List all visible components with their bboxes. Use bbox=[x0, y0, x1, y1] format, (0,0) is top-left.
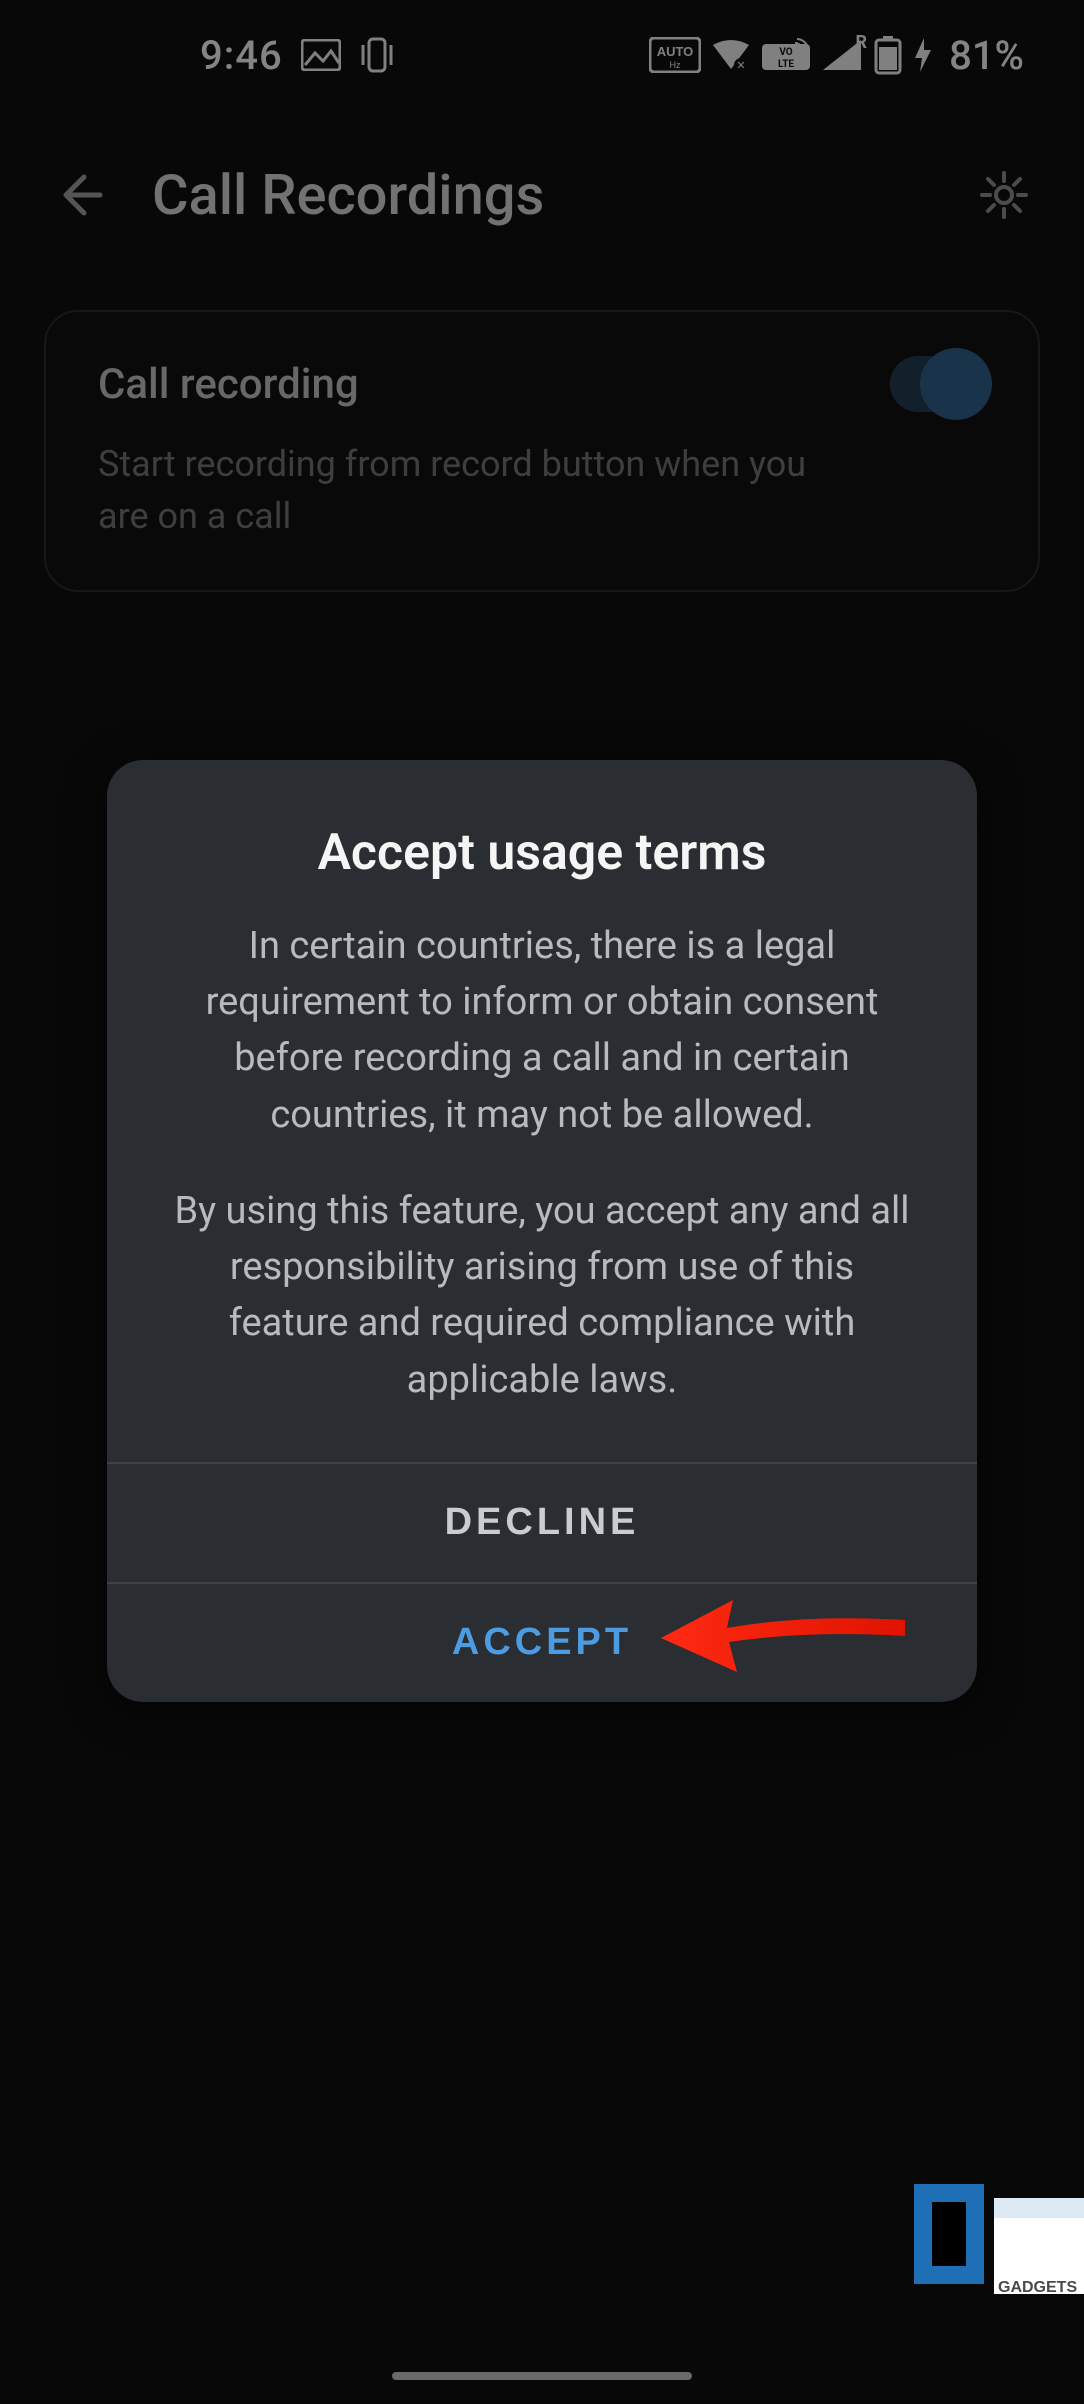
settings-button[interactable] bbox=[972, 163, 1036, 227]
toggle-thumb-icon bbox=[920, 348, 992, 420]
setting-title: Call recording bbox=[98, 360, 359, 409]
roaming-badge: R bbox=[856, 32, 868, 53]
status-right: AUTOHz ✕ VOLTE R 81% bbox=[649, 32, 1024, 79]
watermark-logo: GADGETS bbox=[914, 2164, 1084, 2304]
decline-button[interactable]: DECLINE bbox=[107, 1464, 977, 1582]
app-bar: Call Recordings bbox=[0, 130, 1084, 260]
svg-text:GADGETS: GADGETS bbox=[998, 2279, 1077, 2296]
svg-text:AUTO: AUTO bbox=[657, 44, 694, 59]
accept-button[interactable]: ACCEPT bbox=[107, 1584, 977, 1702]
autohz-icon: AUTOHz bbox=[649, 37, 701, 73]
svg-text:VO: VO bbox=[779, 47, 792, 58]
dialog-paragraph-2: By using this feature, you accept any an… bbox=[167, 1183, 917, 1408]
call-recording-toggle[interactable] bbox=[890, 356, 986, 412]
image-icon bbox=[301, 39, 341, 71]
nav-bar-indicator bbox=[392, 2372, 692, 2380]
gear-icon bbox=[978, 169, 1030, 221]
svg-text:✕: ✕ bbox=[736, 59, 745, 71]
battery-icon bbox=[873, 35, 903, 75]
battery-percent: 81% bbox=[949, 32, 1024, 79]
status-bar: 9:46 AUTOHz ✕ VOLTE R bbox=[0, 0, 1084, 110]
charging-icon bbox=[913, 36, 933, 74]
svg-text:LTE: LTE bbox=[778, 59, 794, 70]
vibrate-icon bbox=[359, 35, 395, 75]
dialog-title: Accept usage terms bbox=[167, 824, 917, 882]
status-left: 9:46 bbox=[200, 32, 395, 79]
wifi-icon: ✕ bbox=[711, 39, 751, 71]
arrow-left-icon bbox=[54, 169, 106, 221]
accept-terms-dialog: Accept usage terms In certain countries,… bbox=[107, 760, 977, 1702]
setting-description: Start recording from record button when … bbox=[98, 438, 853, 542]
signal-icon: R bbox=[821, 38, 863, 72]
svg-text:Hz: Hz bbox=[670, 60, 681, 70]
dialog-paragraph-1: In certain countries, there is a legal r… bbox=[167, 918, 917, 1143]
page-title: Call Recordings bbox=[152, 162, 544, 228]
call-recording-setting-card[interactable]: Call recording Start recording from reco… bbox=[44, 310, 1040, 592]
status-time: 9:46 bbox=[200, 32, 283, 79]
back-button[interactable] bbox=[48, 163, 112, 227]
volte-icon: VOLTE bbox=[761, 37, 811, 73]
